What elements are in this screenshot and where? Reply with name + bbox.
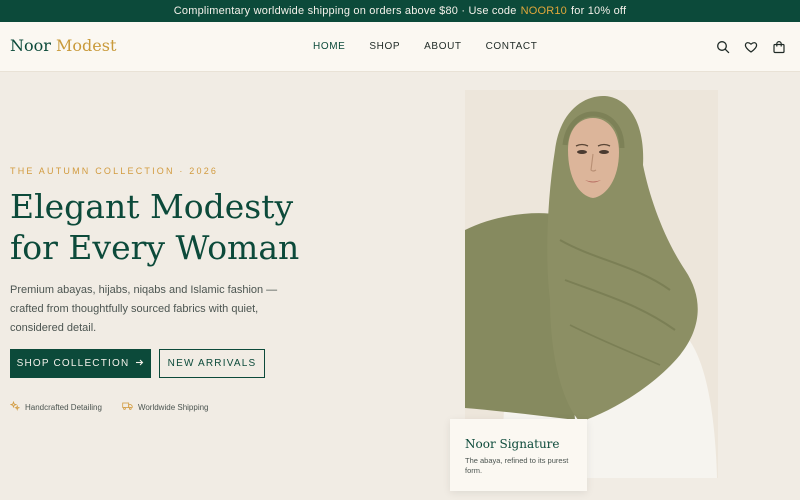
- bag-icon[interactable]: [772, 40, 786, 54]
- feature-list: Handcrafted Detailing Worldwide Shipping: [9, 400, 209, 413]
- headline-line-2: for Every Woman: [10, 228, 300, 267]
- signature-card[interactable]: Noor Signature The abaya, refined to its…: [450, 419, 587, 491]
- brand-logo[interactable]: Noor Modest: [10, 36, 116, 56]
- search-icon[interactable]: [716, 40, 730, 54]
- announcement-text: Complimentary worldwide shipping on orde…: [173, 5, 517, 17]
- brand-name-part2: Modest: [56, 36, 117, 55]
- collection-eyebrow: THE AUTUMN COLLECTION · 2026: [10, 166, 219, 176]
- header-actions: [716, 40, 786, 54]
- feature-handcrafted: Handcrafted Detailing: [9, 400, 102, 413]
- new-arrivals-button[interactable]: NEW ARRIVALS: [159, 349, 265, 378]
- announcement-bar: Complimentary worldwide shipping on orde…: [0, 0, 800, 22]
- announcement-text-end: for 10% off: [571, 5, 627, 17]
- headline-line-1: Elegant Modesty: [10, 187, 294, 226]
- brand-name-part1: Noor: [10, 36, 51, 55]
- hero-headline: Elegant Modesty for Every Woman: [10, 186, 310, 268]
- nav-shop[interactable]: SHOP: [369, 40, 400, 54]
- card-text: The abaya, refined to its purest form.: [465, 456, 569, 475]
- arrow-right-icon: [135, 358, 144, 370]
- card-title: Noor Signature: [465, 437, 560, 451]
- nav-contact[interactable]: CONTACT: [486, 40, 538, 54]
- sparkle-icon: [9, 400, 21, 413]
- feature-label: Handcrafted Detailing: [25, 402, 102, 412]
- nav-about[interactable]: ABOUT: [424, 40, 461, 54]
- shop-collection-button[interactable]: SHOP COLLECTION: [10, 349, 151, 378]
- site-header: Noor Modest HOME SHOP ABOUT CONTACT: [0, 22, 800, 72]
- truck-icon: [122, 401, 133, 413]
- feature-shipping: Worldwide Shipping: [122, 401, 209, 413]
- promo-code: NOOR10: [520, 5, 567, 17]
- shop-collection-label: SHOP COLLECTION: [16, 358, 130, 369]
- main-nav: HOME SHOP ABOUT CONTACT: [313, 40, 561, 54]
- hero-description: Premium abayas, hijabs, niqabs and Islam…: [10, 284, 278, 334]
- new-arrivals-label: NEW ARRIVALS: [167, 358, 257, 369]
- heart-icon[interactable]: [744, 40, 758, 54]
- feature-label: Worldwide Shipping: [137, 402, 209, 412]
- nav-home[interactable]: HOME: [313, 40, 345, 54]
